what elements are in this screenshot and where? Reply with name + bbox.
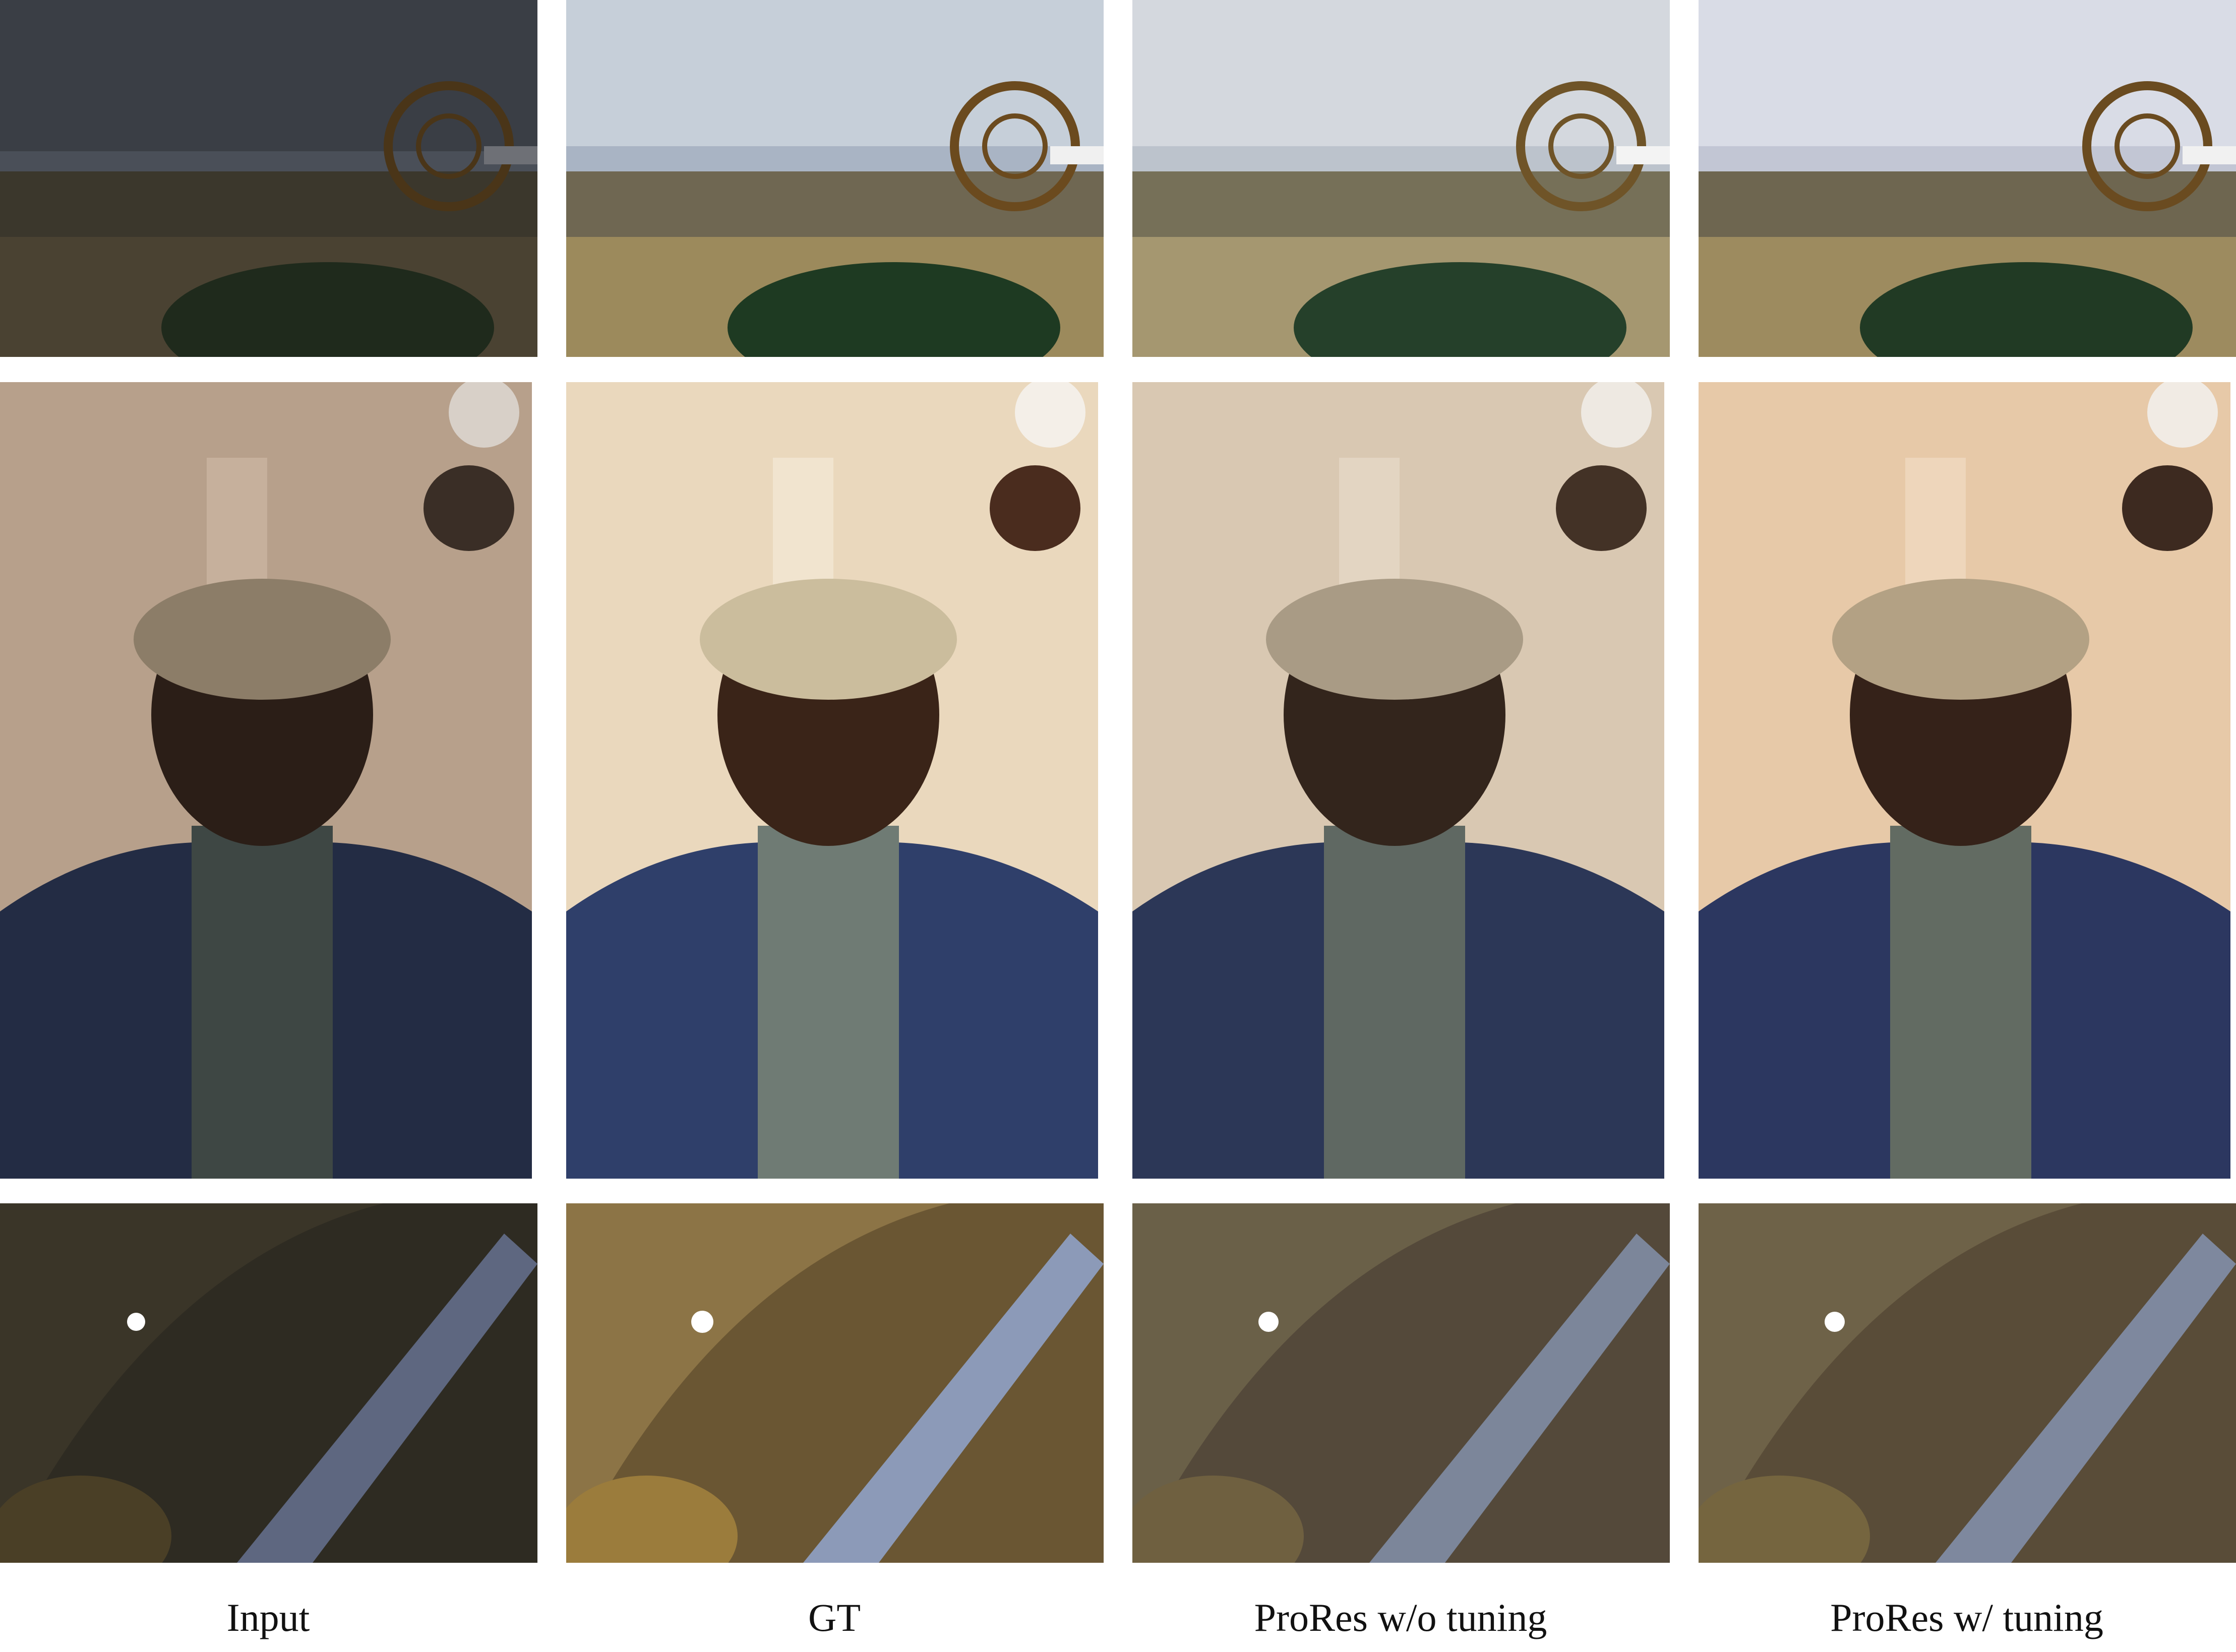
image-portrait-input — [0, 382, 532, 1179]
image-dome-no-tuning — [1132, 1203, 1670, 1563]
column-label-no-tuning: ProRes w/o tuning — [1254, 1596, 1547, 1639]
column-label-input: Input — [226, 1596, 310, 1639]
column-label-gt: GT — [808, 1596, 861, 1639]
image-landscape-gt — [566, 0, 1104, 357]
image-landscape-input — [0, 0, 537, 357]
image-dome-gt — [566, 1203, 1104, 1563]
image-dome-tuning — [1699, 1203, 2236, 1563]
image-landscape-no-tuning — [1132, 0, 1670, 357]
image-portrait-gt — [566, 382, 1098, 1179]
image-dome-input — [0, 1203, 537, 1563]
image-landscape-tuning — [1699, 0, 2236, 357]
column-label-tuning: ProRes w/ tuning — [1830, 1596, 2103, 1639]
image-portrait-tuning — [1699, 382, 2230, 1179]
image-portrait-no-tuning — [1132, 382, 1664, 1179]
